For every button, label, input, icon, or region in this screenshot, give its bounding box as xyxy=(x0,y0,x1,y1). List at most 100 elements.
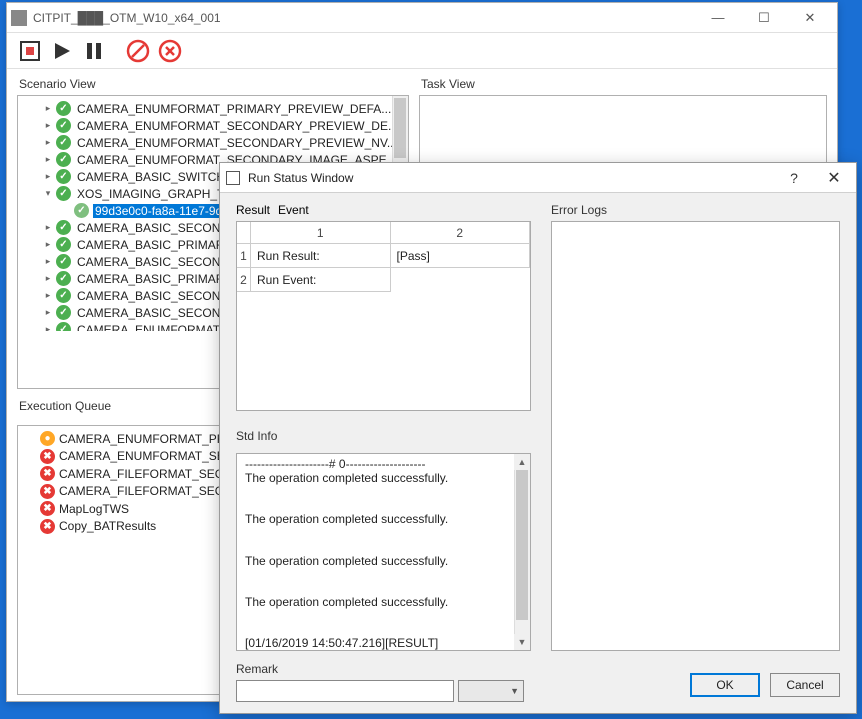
scroll-down-icon[interactable]: ▼ xyxy=(514,634,530,650)
event-label: Event xyxy=(278,203,309,217)
run-status-dialog: Run Status Window ? ✕ Result Event 1 2 1… xyxy=(219,162,857,714)
dialog-titlebar: Run Status Window ? ✕ xyxy=(220,163,856,193)
status-green-icon: ✓ xyxy=(56,288,71,303)
tree-item[interactable]: ▸✓ CAMERA_ENUMFORMAT_SECONDARY_PREVIEW_NV… xyxy=(18,134,408,151)
stdinfo-line xyxy=(245,610,522,624)
tree-label: CAMERA_BASIC_SECONDA xyxy=(75,255,239,269)
status-green-dim-icon: ✓ xyxy=(74,203,89,218)
tree-label: CAMERA_BASIC_SECONDA xyxy=(75,306,239,320)
expand-icon[interactable]: ▸ xyxy=(42,137,54,149)
toolbar xyxy=(7,33,837,69)
expand-icon[interactable]: ▸ xyxy=(42,171,54,183)
stdinfo-line: [01/16/2019 14:50:47.216][RESULT] xyxy=(245,637,522,651)
status-red-icon: ✖ xyxy=(40,466,55,481)
stdinfo-line: ---------------------# 0----------------… xyxy=(245,458,522,472)
expand-icon[interactable]: ▸ xyxy=(42,154,54,166)
maximize-button[interactable]: ☐ xyxy=(741,4,787,32)
status-green-icon: ✓ xyxy=(56,220,71,235)
status-yellow-icon: ● xyxy=(40,431,55,446)
stdinfo-label: Std Info xyxy=(236,429,531,443)
app-icon xyxy=(11,10,27,26)
help-button[interactable]: ? xyxy=(774,164,814,192)
expand-icon[interactable]: ▸ xyxy=(42,290,54,302)
errlog-label: Error Logs xyxy=(551,203,840,217)
status-green-icon: ✓ xyxy=(56,118,71,133)
stdinfo-line xyxy=(245,582,522,596)
expand-icon[interactable]: ▾ xyxy=(42,188,54,200)
cancel-icon[interactable] xyxy=(157,38,183,64)
stdinfo-line xyxy=(245,527,522,541)
dialog-close-button[interactable]: ✕ xyxy=(814,164,854,192)
minimize-button[interactable]: — xyxy=(695,4,741,32)
scroll-up-icon[interactable]: ▲ xyxy=(514,454,530,470)
tree-label: CAMERA_ENUMFORMAT xyxy=(75,323,222,332)
play-button[interactable] xyxy=(49,38,75,64)
status-green-icon: ✓ xyxy=(56,254,71,269)
tree-label: CAMERA_ENUMFORMAT_PRIMARY_PREVIEW_DEFA..… xyxy=(75,102,393,116)
expand-icon[interactable]: ▸ xyxy=(42,256,54,268)
exec-label: Copy_BATResults xyxy=(59,519,156,533)
dialog-title: Run Status Window xyxy=(248,171,774,185)
stdinfo-line: The operation completed successfully. xyxy=(245,596,522,610)
tree-label: CAMERA_BASIC_SWITCH xyxy=(75,170,227,184)
exec-label: MapLogTWS xyxy=(59,502,129,516)
stdinfo-line: The operation completed successfully. xyxy=(245,513,522,527)
tree-label: CAMERA_BASIC_PRIMARY xyxy=(75,238,234,252)
stdinfo-line xyxy=(245,499,522,513)
dialog-icon xyxy=(226,171,240,185)
main-titlebar: CITPIT_███_OTM_W10_x64_001 — ☐ ✕ xyxy=(7,3,837,33)
exec-label: CAMERA_ENUMFORMAT_SE xyxy=(59,449,225,463)
task-label: Task View xyxy=(419,75,827,95)
status-green-icon: ✓ xyxy=(56,305,71,320)
scrollbar-thumb[interactable] xyxy=(516,470,528,620)
stdinfo-line xyxy=(245,624,522,638)
stdinfo-line xyxy=(245,486,522,500)
stdinfo-box[interactable]: ---------------------# 0----------------… xyxy=(236,453,531,651)
expand-icon[interactable]: ▸ xyxy=(42,222,54,234)
cancel-button[interactable]: Cancel xyxy=(770,673,840,697)
status-green-icon: ✓ xyxy=(56,271,71,286)
expand-icon[interactable]: ▸ xyxy=(42,307,54,319)
tree-item[interactable]: ▸✓ CAMERA_ENUMFORMAT_PRIMARY_PREVIEW_DEFA… xyxy=(18,100,408,117)
scrollbar[interactable]: ▲ ▼ xyxy=(514,454,530,650)
tree-label: CAMERA_BASIC_PRIMARY xyxy=(75,272,234,286)
grid-col-1: 1 xyxy=(251,222,391,244)
status-green-icon: ✓ xyxy=(56,101,71,116)
exec-label: CAMERA_ENUMFORMAT_PR xyxy=(59,432,225,446)
expand-icon[interactable]: ▸ xyxy=(42,103,54,115)
expand-icon[interactable]: ▸ xyxy=(42,120,54,132)
record-button[interactable] xyxy=(17,38,43,64)
remark-label: Remark xyxy=(236,662,524,676)
status-green-icon: ✓ xyxy=(56,169,71,184)
stdinfo-line: The operation completed successfully. xyxy=(245,555,522,569)
status-green-icon: ✓ xyxy=(56,135,71,150)
status-green-icon: ✓ xyxy=(56,152,71,167)
scrollbar-thumb[interactable] xyxy=(394,98,406,158)
remark-combo[interactable]: ▼ xyxy=(458,680,524,702)
error-logs[interactable] xyxy=(551,221,840,651)
exec-label: CAMERA_FILEFORMAT_SEC xyxy=(59,484,223,498)
grid-cell[interactable]: [Pass] xyxy=(391,244,531,268)
tree-label: XOS_IMAGING_GRAPH_T xyxy=(75,187,226,201)
ok-button[interactable]: OK xyxy=(690,673,760,697)
tree-label: CAMERA_ENUMFORMAT_SECONDARY_PREVIEW_NV..… xyxy=(75,136,399,150)
grid-cell[interactable]: Run Result: xyxy=(251,244,391,268)
tree-label: CAMERA_BASIC_SECONDA xyxy=(75,221,239,235)
grid-col-2: 2 xyxy=(391,222,531,244)
expand-icon[interactable]: ▸ xyxy=(42,324,54,332)
expand-icon[interactable]: ▸ xyxy=(42,273,54,285)
expand-icon[interactable]: ▸ xyxy=(42,239,54,251)
stdinfo-line xyxy=(245,568,522,582)
status-green-icon: ✓ xyxy=(56,186,71,201)
close-button[interactable]: ✕ xyxy=(787,4,833,32)
stop-icon[interactable] xyxy=(125,38,151,64)
tree-label: CAMERA_BASIC_SECONDA xyxy=(75,289,239,303)
stdinfo-line xyxy=(245,541,522,555)
tree-label: 99d3e0c0-fa8a-11e7-9d xyxy=(93,204,224,218)
grid-cell[interactable] xyxy=(391,268,530,292)
pause-button[interactable] xyxy=(81,38,107,64)
result-grid[interactable]: 1 2 1 Run Result: [Pass] 2 Run Event: xyxy=(236,221,531,411)
remark-input[interactable] xyxy=(236,680,454,702)
grid-cell[interactable]: Run Event: xyxy=(251,268,391,292)
tree-item[interactable]: ▸✓CAMERA_ENUMFORMAT_SECONDARY_PREVIEW_DE… xyxy=(18,117,408,134)
